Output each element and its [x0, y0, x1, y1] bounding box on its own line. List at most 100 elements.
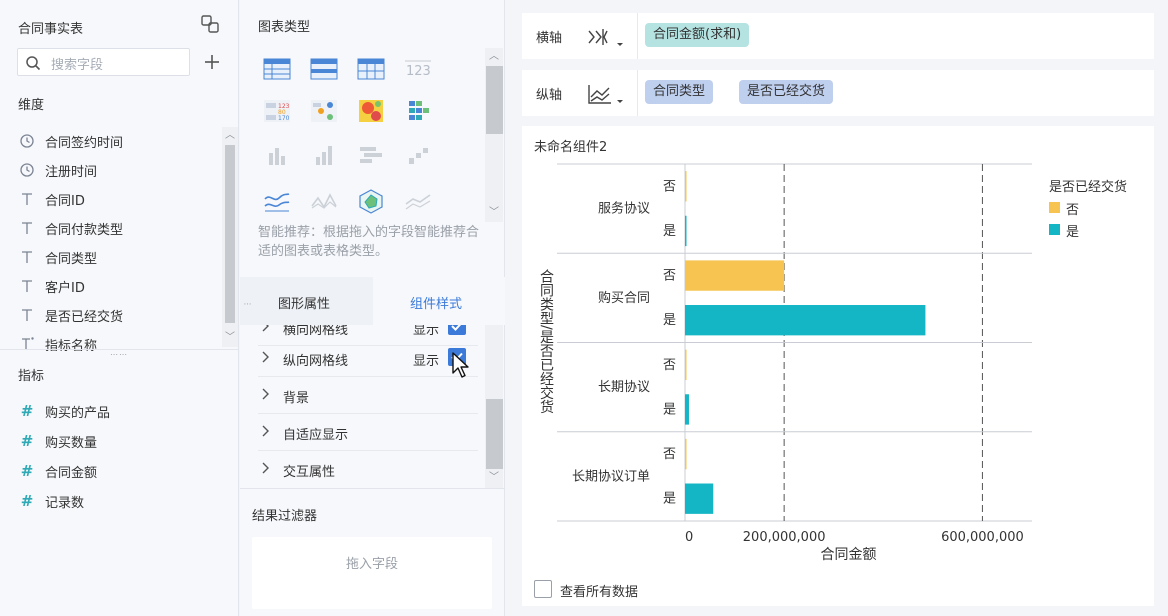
- chart-types-heading: 图表类型: [258, 20, 311, 35]
- number-icon: #: [20, 462, 34, 480]
- y-axis-title: 合同类型/是否已经交货: [538, 269, 554, 414]
- property-row[interactable]: 背景: [258, 377, 478, 414]
- column-chart-icon[interactable]: [262, 143, 292, 169]
- stacked-column-icon[interactable]: [309, 143, 339, 169]
- resize-handle-icon[interactable]: ⋯⋯: [110, 350, 128, 359]
- measure-list: # 购买的产品 # 购买数量 # 合同金额 # 记录数: [0, 396, 239, 516]
- x-axis-title: 合同金额: [821, 547, 877, 563]
- chevron-right-icon: [262, 325, 269, 332]
- bar-yes: [685, 305, 926, 336]
- group-table-icon[interactable]: [309, 56, 339, 82]
- dimension-label: 合同ID: [45, 194, 85, 209]
- tab-component-style[interactable]: 组件样式: [373, 277, 505, 325]
- scroll-thumb[interactable]: [486, 399, 503, 469]
- dimension-item[interactable]: 合同ID: [0, 184, 222, 213]
- measure-label: 购买数量: [45, 436, 98, 451]
- legend-item-no[interactable]: 否: [1049, 199, 1127, 221]
- dimension-list: 合同签约时间 注册时间 合同ID 合同付款类型 合同类型 客户ID 是否已经交货: [0, 126, 222, 351]
- dimension-item[interactable]: 客户ID: [0, 271, 222, 300]
- add-field-icon[interactable]: [203, 53, 221, 71]
- property-row[interactable]: 自适应显示: [258, 414, 478, 451]
- property-list: 横向网格线 显示 纵向网格线 显示 背景 自适应显示 交互属性: [240, 325, 485, 488]
- matrix-chart-icon[interactable]: [403, 98, 433, 124]
- measure-item[interactable]: # 购买数量: [0, 426, 239, 456]
- mouse-cursor-icon: [452, 352, 469, 378]
- property-row[interactable]: 纵向网格线 显示: [258, 340, 478, 377]
- measure-item[interactable]: # 记录数: [0, 486, 239, 516]
- y-axis-type-dropdown-icon[interactable]: [586, 82, 628, 106]
- svg-text:170: 170: [278, 115, 290, 122]
- measure-item[interactable]: # 购买的产品: [0, 396, 239, 426]
- measure-item[interactable]: # 合同金额: [0, 456, 239, 486]
- cross-table-icon[interactable]: [356, 56, 386, 82]
- area-chart-icon[interactable]: [309, 188, 339, 214]
- filter-drop-zone[interactable]: 拖入字段: [252, 537, 492, 609]
- property-label: 横向网格线: [283, 325, 349, 338]
- legend-label: 是: [1066, 225, 1080, 240]
- property-value: 显示: [413, 325, 440, 338]
- chevron-right-icon: [262, 351, 269, 363]
- tab-shape-properties[interactable]: 图形属性: [240, 277, 373, 325]
- tab-label: 图形属性: [278, 297, 331, 312]
- view-all-checkbox[interactable]: [534, 580, 552, 598]
- x-tick-label: 600,000,000: [941, 530, 1024, 545]
- x-axis-row: 横轴 合同金额(求和): [522, 13, 1154, 59]
- scroll-down-icon[interactable]: ﹀: [486, 471, 502, 485]
- waterfall-chart-icon[interactable]: [403, 143, 433, 169]
- y-field-pill[interactable]: 合同类型: [645, 80, 714, 104]
- dimension-item[interactable]: 合同类型: [0, 242, 222, 271]
- scroll-up-icon[interactable]: ︿: [486, 50, 502, 64]
- dimension-scrollbar[interactable]: ︿ ﹀: [222, 127, 238, 347]
- search-field[interactable]: 搜索字段: [17, 48, 190, 76]
- x-axis-type-dropdown-icon[interactable]: [586, 25, 628, 49]
- result-filter-heading: 结果过滤器: [252, 509, 318, 524]
- chart-legend: 是否已经交货 否 是: [1049, 176, 1127, 243]
- chart-type-scrollbar[interactable]: ︿ ﹀: [485, 48, 503, 222]
- dimension-item[interactable]: 合同签约时间: [0, 126, 222, 155]
- scroll-down-icon[interactable]: ﹀: [222, 331, 238, 345]
- sub-category-label: 是: [663, 224, 676, 239]
- scroll-thumb[interactable]: [486, 66, 503, 134]
- property-row[interactable]: 交互属性: [258, 451, 478, 488]
- y-axis-label: 纵轴: [536, 88, 563, 103]
- text-type-icon: [22, 280, 32, 292]
- scroll-up-icon[interactable]: ︿: [222, 129, 238, 143]
- kpi-number-icon[interactable]: 123: [403, 56, 433, 82]
- sub-category-label: 是: [663, 492, 676, 507]
- measures-heading: 指标: [18, 369, 45, 384]
- radar-chart-icon[interactable]: [356, 188, 386, 214]
- chevron-right-icon: [262, 425, 269, 437]
- dimension-item[interactable]: 注册时间: [0, 155, 222, 184]
- resize-handle-icon[interactable]: ⋮: [243, 300, 252, 309]
- x-field-pill[interactable]: 合同金额(求和): [645, 23, 750, 47]
- number-icon: #: [20, 432, 34, 450]
- bar-no: [685, 349, 687, 380]
- dimension-item[interactable]: 是否已经交货: [0, 300, 222, 329]
- dimensions-heading: 维度: [18, 98, 45, 113]
- measure-label: 购买的产品: [45, 406, 111, 421]
- chart-component: 未命名组件2 服务协议否是购买合同否是长期协议否是长期协议订单否是 0 200,00…: [522, 126, 1154, 606]
- drop-placeholder: 拖入字段: [345, 557, 398, 572]
- color-table-icon[interactable]: 12380170: [262, 98, 292, 124]
- line-chart-icon[interactable]: [262, 188, 292, 214]
- axis-separator: [637, 70, 638, 116]
- property-label: 自适应显示: [283, 428, 349, 443]
- property-scrollbar[interactable]: ﹀: [485, 325, 503, 488]
- bar-chart-icon[interactable]: [356, 143, 386, 169]
- scroll-thumb[interactable]: [225, 145, 235, 323]
- grid-checkbox[interactable]: [448, 325, 466, 335]
- range-area-icon[interactable]: [403, 188, 433, 214]
- legend-item-yes[interactable]: 是: [1049, 221, 1127, 243]
- category-label: 长期协议订单: [572, 469, 650, 484]
- icon-table-icon[interactable]: [309, 98, 339, 124]
- switch-table-icon[interactable]: [201, 15, 219, 33]
- detail-table-icon[interactable]: [262, 56, 292, 82]
- scroll-down-icon[interactable]: ﹀: [486, 206, 502, 220]
- legend-swatch: [1049, 224, 1060, 235]
- dimension-item[interactable]: 指标名称: [0, 329, 222, 351]
- text-type-icon: [22, 222, 32, 234]
- dimension-item[interactable]: 合同付款类型: [0, 213, 222, 242]
- heatmap-icon[interactable]: [356, 98, 386, 124]
- category-label: 长期协议: [598, 380, 650, 395]
- y-field-pill[interactable]: 是否已经交货: [739, 80, 834, 104]
